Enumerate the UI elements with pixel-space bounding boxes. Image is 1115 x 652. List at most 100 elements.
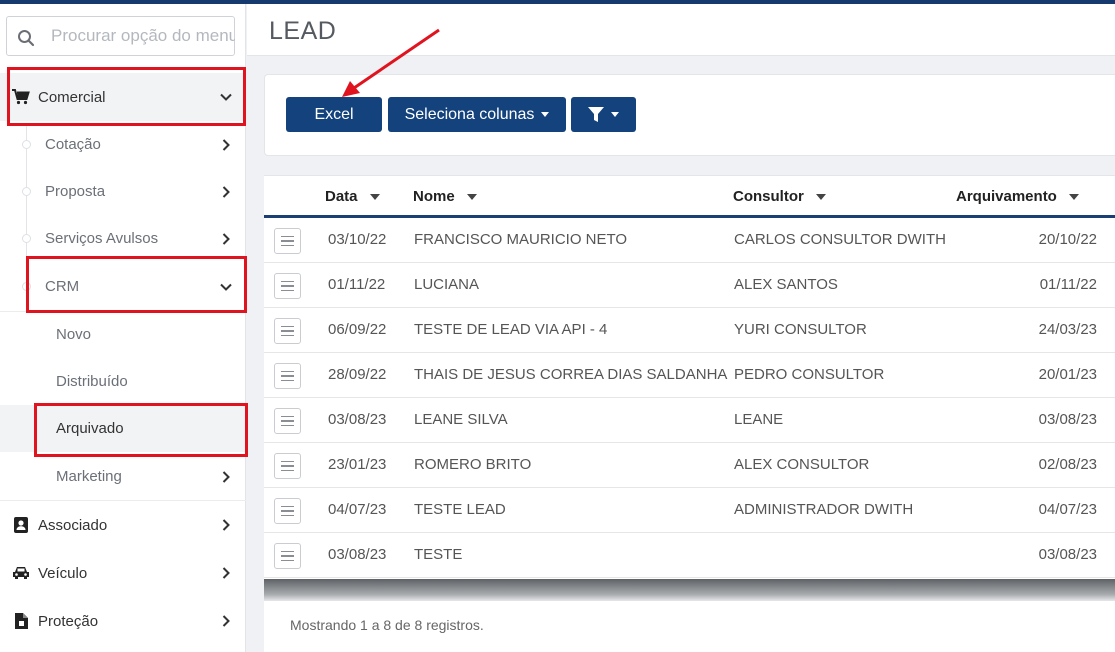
sidebar-item-label: CRM (45, 278, 80, 295)
cell-arquivamento: 01/11/22 (1039, 276, 1097, 293)
table-row[interactable]: 03/10/22 FRANCISCO MAURICIO NETO CARLOS … (264, 218, 1115, 263)
row-menu-button[interactable] (274, 453, 301, 479)
cell-consultor: PEDRO CONSULTOR (734, 366, 885, 383)
row-menu-button[interactable] (274, 273, 301, 299)
table-row[interactable]: 28/09/22 THAIS DE JESUS CORREA DIAS SALD… (264, 353, 1115, 398)
cell-arquivamento: 03/08/23 (1038, 546, 1097, 563)
horizontal-scrollbar[interactable] (264, 579, 1115, 601)
row-menu-button[interactable] (274, 408, 301, 434)
pagination-info: Mostrando 1 a 8 de 8 registros. (290, 617, 484, 633)
chevron-down-icon (220, 93, 232, 101)
chevron-right-icon (222, 232, 230, 245)
filter-icon (588, 107, 604, 122)
cell-arquivamento: 03/08/23 (1038, 411, 1097, 428)
cell-data: 03/08/23 (328, 546, 387, 563)
column-header-consultor[interactable]: Consultor (733, 188, 826, 205)
sidebar-item-cotacao[interactable]: Cotação (0, 121, 246, 168)
table-row[interactable]: 03/08/23 LEANE SILVA LEANE 03/08/23 (264, 398, 1115, 443)
column-label: Consultor (733, 188, 804, 205)
filter-button[interactable] (571, 97, 636, 132)
sidebar-item-label: Cotação (45, 136, 101, 153)
document-icon (12, 613, 30, 629)
table-row[interactable]: 01/11/22 LUCIANA ALEX SANTOS 01/11/22 (264, 263, 1115, 308)
column-header-nome[interactable]: Nome (413, 188, 477, 205)
row-menu-button[interactable] (274, 363, 301, 389)
table-row[interactable]: 03/08/23 TESTE 03/08/23 (264, 533, 1115, 578)
chevron-right-icon (222, 185, 230, 198)
cell-nome: TESTE LEAD (414, 501, 506, 518)
user-badge-icon (12, 517, 30, 533)
row-menu-button[interactable] (274, 543, 301, 569)
cell-consultor: CARLOS CONSULTOR DWITH (734, 231, 946, 248)
sidebar-item-crm[interactable]: CRM (0, 263, 246, 310)
sidebar-item-label: Veículo (38, 564, 88, 582)
cell-consultor: ALEX CONSULTOR (734, 456, 870, 473)
cell-nome: TESTE DE LEAD VIA API - 4 (414, 321, 608, 338)
sort-caret-icon (369, 193, 380, 200)
cell-consultor: ADMINISTRADOR DWITH (734, 501, 914, 518)
chevron-right-icon (222, 615, 230, 627)
table-row[interactable]: 04/07/23 TESTE LEAD ADMINISTRADOR DWITH … (264, 488, 1115, 533)
sidebar-item-label: Associado (38, 516, 108, 534)
sidebar-item-label: Comercial (38, 88, 106, 106)
cell-data: 28/09/22 (328, 366, 387, 383)
sidebar-item-protecao[interactable]: Proteção (0, 597, 246, 645)
sidebar-item-associado[interactable]: Associado (0, 501, 246, 549)
page-title: LEAD (269, 17, 337, 45)
cell-nome: LUCIANA (414, 276, 480, 293)
column-label: Arquivamento (956, 188, 1057, 205)
chevron-right-icon (222, 470, 230, 483)
chevron-right-icon (222, 567, 230, 579)
sidebar-item-label: Novo (56, 326, 92, 343)
search-icon (18, 30, 35, 47)
column-label: Nome (413, 188, 455, 205)
table-row[interactable]: 23/01/23 ROMERO BRITO ALEX CONSULTOR 02/… (264, 443, 1115, 488)
table-header: Data Nome Consultor Arquivamento (264, 176, 1115, 218)
cell-arquivamento: 02/08/23 (1038, 456, 1097, 473)
row-menu-button[interactable] (274, 498, 301, 524)
cell-data: 06/09/22 (328, 321, 387, 338)
cell-data: 23/01/23 (328, 456, 387, 473)
cell-arquivamento: 20/10/22 (1038, 231, 1097, 248)
sidebar-item-marketing[interactable]: Marketing (0, 453, 246, 500)
menu-search[interactable] (6, 16, 235, 56)
annotation-arrow (342, 28, 440, 97)
row-menu-button[interactable] (274, 228, 301, 254)
cell-data: 01/11/22 (328, 276, 386, 293)
sidebar-item-servicos-avulsos[interactable]: Serviços Avulsos (0, 215, 246, 262)
chevron-down-icon (220, 283, 232, 291)
sidebar-item-veiculo[interactable]: Veículo (0, 549, 246, 597)
sidebar-item-distribuido[interactable]: Distribuído (0, 358, 246, 405)
sidebar-item-proposta[interactable]: Proposta (0, 168, 246, 215)
sidebar-item-novo[interactable]: Novo (0, 311, 246, 358)
search-input[interactable] (51, 17, 235, 55)
cell-nome: ROMERO BRITO (414, 456, 532, 473)
cell-nome: THAIS DE JESUS CORREA DIAS SALDANHA (414, 366, 728, 383)
sort-caret-icon (466, 193, 477, 200)
sidebar-item-arquivado[interactable]: Arquivado (0, 405, 246, 452)
car-icon (12, 566, 30, 580)
sidebar-item-label: Serviços Avulsos (45, 230, 159, 247)
column-header-arquivamento[interactable]: Arquivamento (956, 188, 1079, 205)
cell-arquivamento: 04/07/23 (1038, 501, 1097, 518)
cell-data: 03/08/23 (328, 411, 387, 428)
cell-nome: TESTE (414, 546, 463, 563)
cell-nome: FRANCISCO MAURICIO NETO (414, 231, 628, 248)
column-header-data[interactable]: Data (325, 188, 380, 205)
column-label: Data (325, 188, 358, 205)
cell-consultor: LEANE (734, 411, 784, 428)
cell-arquivamento: 20/01/23 (1038, 366, 1097, 383)
caret-down-icon (541, 112, 550, 117)
sidebar-item-comercial[interactable]: Comercial (0, 73, 246, 121)
sidebar-item-label: Marketing (56, 468, 122, 485)
sort-caret-icon (815, 193, 826, 200)
cell-consultor: ALEX SANTOS (734, 276, 838, 293)
cell-data: 04/07/23 (328, 501, 387, 518)
sort-caret-icon (1068, 193, 1079, 200)
cell-nome: LEANE SILVA (414, 411, 508, 428)
row-menu-button[interactable] (274, 318, 301, 344)
table-row[interactable]: 06/09/22 TESTE DE LEAD VIA API - 4 YURI … (264, 308, 1115, 353)
cell-data: 03/10/22 (328, 231, 387, 248)
chevron-right-icon (222, 138, 230, 151)
sidebar-item-label: Distribuído (56, 373, 128, 390)
